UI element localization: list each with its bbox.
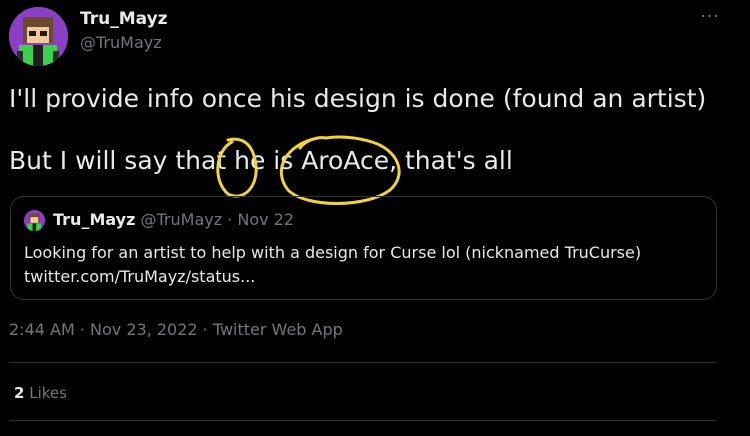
avatar-icon bbox=[9, 7, 68, 66]
quoted-date: Nov 22 bbox=[237, 210, 295, 229]
quoted-header: Tru_Mayz @TruMayz · Nov 22 bbox=[53, 210, 294, 229]
quoted-text-line-1: Looking for an artist to help with a des… bbox=[24, 243, 642, 262]
likes-link[interactable]: 2 Likes bbox=[14, 384, 67, 402]
likes-count: 2 bbox=[14, 384, 25, 402]
quoted-tweet-card[interactable]: Tru_Mayz @TruMayz · Nov 22 Looking for a… bbox=[10, 196, 717, 300]
quoted-text: Looking for an artist to help with a des… bbox=[24, 241, 641, 289]
quoted-handle: @TruMayz bbox=[140, 210, 223, 229]
quoted-separator: · bbox=[227, 210, 233, 229]
tweet-timestamp[interactable]: 2:44 AM · Nov 23, 2022 · Twitter Web App bbox=[9, 320, 343, 339]
divider bbox=[9, 362, 717, 363]
more-options-icon[interactable]: ··· bbox=[696, 8, 724, 30]
tweet-text-line-1: I'll provide info once his design is don… bbox=[9, 84, 707, 113]
divider bbox=[9, 420, 717, 421]
author-display-name[interactable]: Tru_Mayz bbox=[80, 9, 168, 29]
avatar-icon bbox=[24, 210, 45, 231]
author-avatar[interactable] bbox=[9, 7, 68, 66]
author-handle[interactable]: @TruMayz bbox=[80, 33, 162, 52]
quoted-avatar bbox=[24, 210, 45, 231]
quoted-display-name: Tru_Mayz bbox=[53, 210, 136, 229]
likes-label: Likes bbox=[29, 384, 67, 402]
quoted-link[interactable]: twitter.com/TruMayz/status... bbox=[24, 265, 641, 289]
tweet-text-line-2: But I will say that he is AroAce, that's… bbox=[9, 146, 513, 175]
